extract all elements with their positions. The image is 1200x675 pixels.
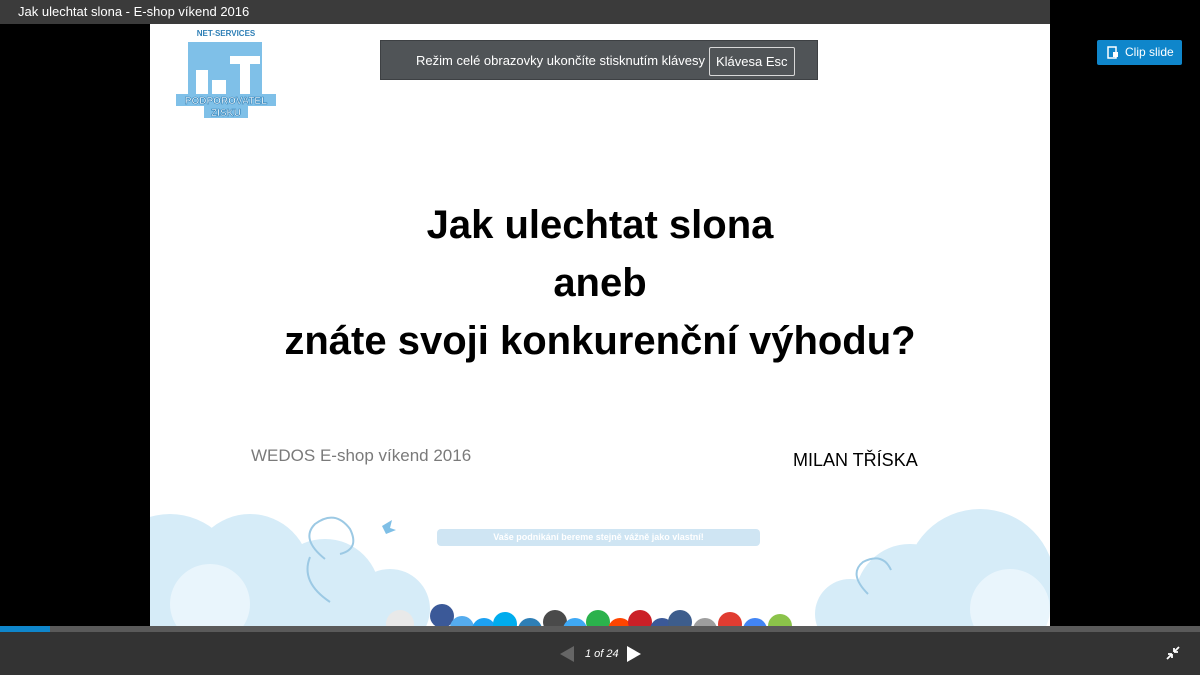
- presentation-title: Jak ulechtat slona - E-shop víkend 2016: [18, 4, 250, 19]
- twitter-bird-icon: [382, 520, 396, 534]
- exit-fullscreen-icon[interactable]: [1166, 646, 1180, 660]
- window-titlebar: Jak ulechtat slona - E-shop víkend 2016: [0, 0, 1050, 24]
- tagline-banner: Vaše podnikání bereme stejně vážně jako …: [437, 529, 760, 546]
- logo-top-text: NET-SERVICES: [197, 29, 256, 38]
- author-name: MILAN TŘÍSKA: [793, 450, 918, 470]
- logo-line1: PODPOROVATEL: [185, 96, 267, 107]
- clip-slide-button[interactable]: Clip slide: [1097, 40, 1182, 65]
- logo-line2: ZISKU: [211, 108, 241, 119]
- player-controls: 1 of 24: [0, 632, 1200, 675]
- next-arrow-icon[interactable]: [625, 645, 643, 663]
- prev-arrow-icon[interactable]: [558, 645, 576, 663]
- slide-heading: Jak ulechtat slona aneb znáte svoji konk…: [150, 196, 1050, 370]
- clip-icon: [1107, 46, 1118, 59]
- event-name: WEDOS E-shop víkend 2016: [251, 446, 472, 465]
- slide-heading-line: Jak ulechtat slona: [426, 203, 774, 247]
- slide-canvas: NET-SERVICES PODPOROVATEL ZISKU Režim ce…: [150, 24, 1050, 626]
- slide-heading-line: aneb: [553, 261, 647, 305]
- esc-key-badge: Klávesa Esc: [709, 47, 795, 76]
- slide-heading-line: znáte svoji konkurenční výhodu?: [284, 319, 916, 363]
- fullscreen-notice-message: Režim celé obrazovky ukončíte stisknutím…: [416, 53, 705, 68]
- fullscreen-exit-notice: Režim celé obrazovky ukončíte stisknutím…: [380, 40, 818, 80]
- clouds-decoration: [150, 509, 1050, 626]
- int-logo: NET-SERVICES PODPOROVATEL ZISKU: [176, 29, 276, 119]
- social-icons-cluster: [386, 604, 792, 626]
- slide-counter: 1 of 24: [585, 648, 619, 660]
- clip-slide-label: Clip slide: [1125, 45, 1174, 59]
